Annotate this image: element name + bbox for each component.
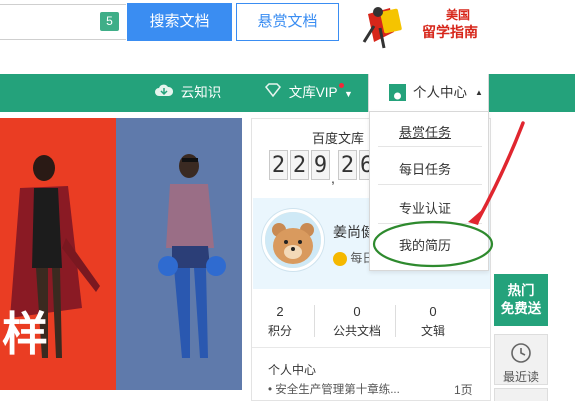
nav-cloud-label: 云知识 [180,85,222,100]
menu-item-reward-tasks[interactable]: 悬赏任务 [370,122,488,141]
reward-docs-button[interactable]: 悬赏文档 [236,3,339,41]
doc-page-count: 1页 [454,383,473,397]
stat-divider [395,305,396,337]
recent-read-label: 最近读 [502,370,539,384]
recent-read-button[interactable]: 最近读 [494,334,548,385]
count-digit: 2 [290,150,309,180]
menu-divider [378,223,482,224]
banner-blue-panel [116,118,242,390]
vip-notification-dot [339,83,344,88]
chevron-up-icon: ▲ [475,88,483,97]
hot-free-button[interactable]: 热门 免费送 [494,274,548,326]
ad-line-usa: 美国 [446,8,471,22]
nav-cloud-knowledge[interactable]: 云知识 [155,74,221,112]
hot-free-line2: 免费送 [500,301,542,316]
stat-collections-value: 0 [429,304,437,319]
stat-public-docs-value: 0 [353,304,361,319]
count-digit: 2 [269,150,288,180]
cloud-icon [155,74,174,112]
menu-divider [378,146,482,147]
bear-avatar-icon [265,212,321,268]
hot-free-line1: 热门 [507,283,535,298]
clock-icon [511,343,531,363]
superhero-icon [362,7,402,49]
nav-user-center[interactable]: 个人中心 ▲ [368,74,489,112]
menu-divider [378,184,482,185]
stat-public-docs-label: 公共文档 [332,324,381,338]
personal-center-title: 个人中心 [268,363,317,377]
user-center-dropdown: 悬赏任务 每日任务 专业认证 我的简历 [369,111,489,271]
nav-vip-label: 文库VIP [288,85,338,100]
result-count-badge: 5 [100,12,119,31]
count-digit: 9 [311,150,330,180]
diamond-icon [265,74,281,112]
menu-item-daily-tasks[interactable]: 每日任务 [370,159,488,178]
doc-count-title: 百度文库 [312,131,365,146]
coin-icon [333,251,347,266]
stat-divider [314,305,315,337]
user-avatar-icon [389,84,406,107]
digit-separator: , [331,170,335,186]
doc-list-item[interactable]: • 安全生产管理第十章练... [268,381,400,397]
search-docs-button[interactable]: 搜索文档 [127,3,232,41]
fashion-banner[interactable]: 样 [0,118,242,390]
side-widget[interactable] [494,388,548,401]
stat-points-value: 2 [276,304,284,319]
model-figure-right [158,154,226,358]
ad-line-guide: 留学指南 [422,24,478,40]
menu-item-certification[interactable]: 专业认证 [370,198,488,217]
count-digit: 2 [338,150,357,180]
nav-vip[interactable]: 文库VIP ▼ [265,74,353,112]
stat-collections-label: 文辑 [420,324,445,338]
nav-user-center-label: 个人中心 [413,85,467,100]
chevron-down-icon: ▼ [344,89,353,99]
divider [252,347,490,348]
menu-item-my-resume[interactable]: 我的简历 [370,235,488,254]
avatar[interactable] [262,209,324,271]
stat-points-label: 积分 [267,324,292,338]
banner-text: 样 [2,308,48,360]
